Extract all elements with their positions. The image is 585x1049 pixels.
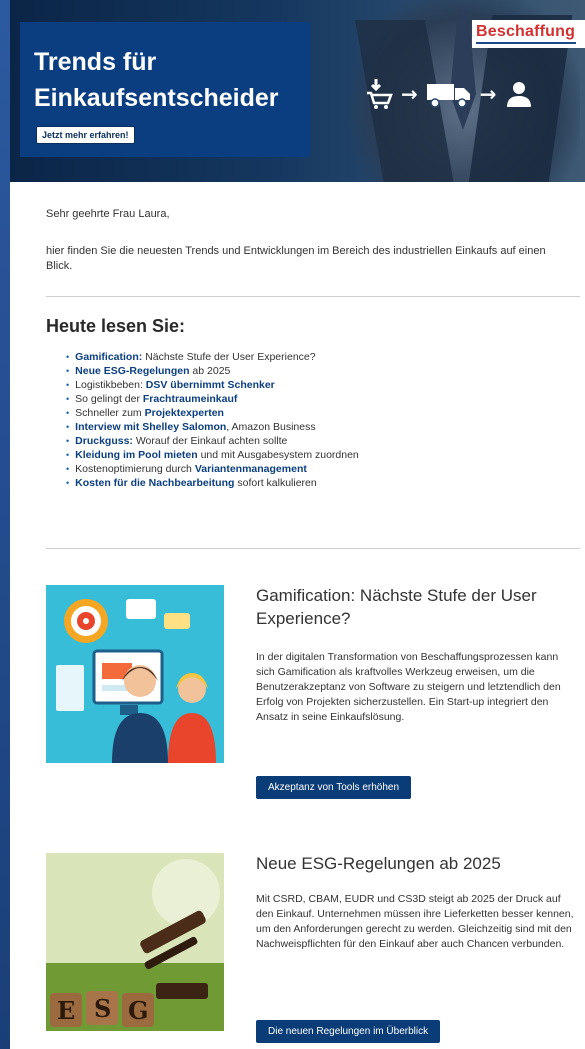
- toc-item-text: sofort kalkulieren: [234, 477, 317, 489]
- toc-item-link[interactable]: Interview mit Shelley Salomon: [75, 421, 226, 433]
- truck-icon: [426, 84, 470, 108]
- esg-letter: G: [128, 996, 149, 1025]
- article-image-gamification[interactable]: [46, 585, 224, 763]
- toc-title: Heute lesen Sie:: [46, 316, 186, 336]
- newsletter: Trends für Einkaufsentscheider Jetzt meh…: [10, 0, 585, 1049]
- hero-title-line: Trends für: [34, 48, 157, 76]
- article-cta-button[interactable]: Die neuen Regelungen im Überblick: [256, 1020, 441, 1043]
- cart-icon: [367, 79, 393, 109]
- hero-cta-button[interactable]: Jetzt mehr erfahren!: [36, 126, 135, 144]
- divider: [46, 296, 580, 297]
- article-image-esg[interactable]: E S G: [46, 853, 224, 1031]
- toc-item-text: Schneller zum: [75, 407, 145, 419]
- toc-item[interactable]: Druckguss: Worauf der Einkauf achten sol…: [66, 434, 359, 448]
- toc-item[interactable]: Kosten für die Nachbearbeitung sofort ka…: [66, 476, 359, 490]
- hero-banner[interactable]: Trends für Einkaufsentscheider Jetzt meh…: [10, 0, 585, 182]
- toc-item-text: Nächste Stufe der User Experience?: [142, 351, 316, 363]
- toc-item-text: , Amazon Business: [226, 421, 316, 433]
- gamification-illustration: [46, 585, 224, 763]
- esg-letter: E: [57, 996, 75, 1025]
- arrow-right-icon: →: [479, 82, 497, 106]
- toc-item-link[interactable]: Variantenmanagement: [195, 463, 307, 475]
- toc-item[interactable]: Interview mit Shelley Salomon, Amazon Bu…: [66, 420, 359, 434]
- toc-item-link[interactable]: Druckguss:: [75, 435, 133, 447]
- toc-item-text: So gelingt der: [75, 393, 143, 405]
- greeting: Sehr geehrte Frau Laura,: [46, 208, 170, 220]
- article-title[interactable]: Neue ESG-Regelungen ab 2025: [256, 852, 576, 875]
- toc-item-text: Kostenoptimierung durch: [75, 463, 195, 475]
- toc-item-text: ab 2025: [189, 365, 231, 377]
- article-teaser: Mit CSRD, CBAM, EUDR und CS3D steigt ab …: [256, 893, 574, 950]
- person-icon: [506, 82, 531, 107]
- article-title[interactable]: Gamification: Nächste Stufe der User Exp…: [256, 584, 576, 630]
- esg-letter: S: [94, 994, 111, 1023]
- arrow-right-icon: →: [401, 82, 418, 106]
- brand-underline: [476, 42, 576, 44]
- toc-list: Gamification: Nächste Stufe der User Exp…: [66, 350, 359, 490]
- toc-item-text: Worauf der Einkauf achten sollte: [132, 435, 288, 447]
- hero-title: Trends für Einkaufsentscheider: [34, 44, 304, 116]
- toc-item-text: und mit Ausgabesystem zuordnen: [197, 449, 359, 461]
- toc-item[interactable]: Kostenoptimierung durch Variantenmanagem…: [66, 462, 359, 476]
- toc-item-link[interactable]: Frachtraumeinkauf: [143, 393, 238, 405]
- toc-item[interactable]: Schneller zum Projektexperten: [66, 406, 359, 420]
- hero-title-line: Einkaufsentscheider: [34, 84, 279, 112]
- brand-logo[interactable]: Beschaffung: [472, 20, 585, 48]
- toc-item-link[interactable]: Gamification:: [75, 351, 142, 363]
- toc-item[interactable]: So gelingt der Frachtraumeinkauf: [66, 392, 359, 406]
- toc-item-link[interactable]: Kosten für die Nachbearbeitung: [75, 477, 234, 489]
- toc-item-text: Logistikbeben:: [75, 379, 146, 391]
- brand-logo-text: Beschaffung: [476, 23, 576, 40]
- article-teaser: In der digitalen Transformation von Besc…: [256, 651, 561, 723]
- toc-item-link[interactable]: DSV übernimmt Schenker: [146, 379, 275, 391]
- toc-item[interactable]: Gamification: Nächste Stufe der User Exp…: [66, 350, 359, 364]
- window-frame: [0, 0, 10, 1049]
- divider: [46, 548, 580, 549]
- toc-item-link[interactable]: Neue ESG-Regelungen: [75, 365, 189, 377]
- toc-item[interactable]: Kleidung im Pool mieten und mit Ausgabes…: [66, 448, 359, 462]
- toc-item[interactable]: Logistikbeben: DSV übernimmt Schenker: [66, 378, 359, 392]
- article-cta-button[interactable]: Akzeptanz von Tools erhöhen: [256, 776, 412, 799]
- supply-flow-graphic: → →: [365, 76, 533, 112]
- toc-item-link[interactable]: Projektexperten: [145, 407, 224, 419]
- esg-illustration: E S G: [46, 853, 224, 1031]
- toc-item[interactable]: Neue ESG-Regelungen ab 2025: [66, 364, 359, 378]
- toc-item-link[interactable]: Kleidung im Pool mieten: [75, 449, 198, 461]
- intro-text: hier finden Sie die neuesten Trends und …: [46, 245, 546, 272]
